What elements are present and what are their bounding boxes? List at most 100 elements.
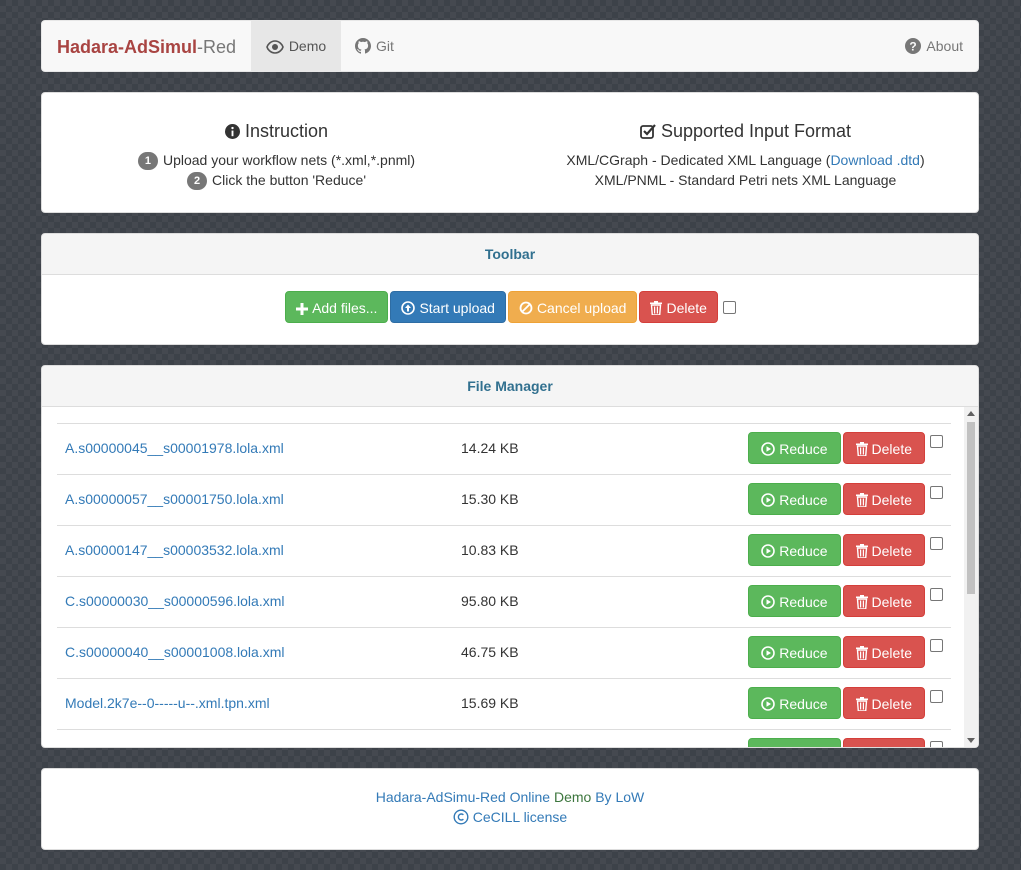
format-1-text: XML/CGraph - Dedicated XML Language (: [566, 152, 831, 168]
cancel-upload-button[interactable]: Cancel upload: [507, 291, 638, 323]
file-list: A.s00000045__s00001978.lola.xml 14.24 KB R…: [42, 407, 964, 747]
file-list-scrollbar[interactable]: [964, 407, 978, 747]
reduce-button[interactable]: Reduce: [748, 483, 841, 515]
file-row: C.s00000030__s00000596.lola.xml 95.80 KB R…: [57, 576, 951, 627]
plus-icon: [296, 303, 309, 315]
delete-file-button[interactable]: Delete: [842, 636, 925, 668]
footer-author-link[interactable]: By LoW: [595, 789, 644, 805]
reduce-button[interactable]: Reduce: [748, 636, 841, 668]
formats-heading: Supported Input Format: [511, 121, 980, 142]
license-link[interactable]: CeCILL license: [473, 809, 567, 825]
scroll-up-arrow-icon[interactable]: [967, 411, 975, 416]
play-circle-icon: [761, 442, 776, 456]
start-upload-button[interactable]: Start upload: [390, 291, 506, 323]
file-checkbox[interactable]: [930, 434, 943, 448]
file-size: 15.69 KB: [461, 695, 519, 711]
delete-all-button[interactable]: Delete: [639, 291, 718, 323]
reduce-button[interactable]: Reduce: [748, 738, 841, 747]
instruction-step-1: 1 Upload your workflow nets (*.xml,*.pnml…: [42, 150, 511, 170]
footer-app-link[interactable]: Hadara-AdSimu-Red Online: [376, 789, 550, 805]
step-2-text: Click the button 'Reduce': [212, 172, 366, 188]
play-circle-icon: [761, 697, 776, 711]
download-dtd-link[interactable]: Download .dtd: [830, 152, 920, 168]
reduce-button[interactable]: Reduce: [748, 687, 841, 719]
copyright-icon: [453, 809, 469, 825]
file-name-link[interactable]: C.s00000030__s00000596.lola.xml: [65, 593, 285, 609]
instruction-step-2: 2 Click the button 'Reduce': [42, 170, 511, 190]
brand-logo[interactable]: Hadara-AdSimul-Red: [57, 37, 236, 58]
navbar: Hadara-AdSimul-Red Demo Git ? About: [41, 20, 979, 72]
footer-license: CeCILL license: [42, 807, 978, 827]
nav-git[interactable]: Git: [355, 21, 394, 71]
trash-icon: [855, 646, 868, 661]
delete-file-button[interactable]: Delete: [842, 432, 925, 464]
delete-file-button[interactable]: Delete: [842, 483, 925, 515]
github-icon: [355, 38, 371, 54]
nav-about[interactable]: ? About: [905, 21, 963, 71]
delete-label: Delete: [871, 696, 912, 712]
file-row: ReduceDelete: [57, 729, 951, 747]
file-name-link[interactable]: A.s00000045__s00001978.lola.xml: [65, 440, 284, 456]
file-manager-panel: File Manager A.s00000045__s00001978.lola…: [41, 365, 979, 748]
add-files-button[interactable]: Add files...: [285, 291, 389, 323]
check-square-icon: [640, 124, 656, 139]
nav-about-label: About: [926, 38, 963, 54]
file-actions: Reduce Delete: [747, 687, 943, 719]
delete-label: Delete: [871, 492, 912, 508]
file-name-link[interactable]: C.s00000040__s00001008.lola.xml: [65, 644, 285, 660]
scroll-down-arrow-icon[interactable]: [967, 738, 975, 743]
file-checkbox[interactable]: [930, 740, 943, 747]
reduce-label: Reduce: [779, 696, 828, 712]
file-size: 95.80 KB: [461, 593, 519, 609]
nav-demo[interactable]: Demo: [251, 21, 341, 71]
cancel-upload-label: Cancel upload: [536, 300, 627, 316]
reduce-button[interactable]: Reduce: [748, 432, 841, 464]
trash-icon: [855, 544, 868, 559]
scrollbar-thumb[interactable]: [967, 422, 975, 594]
reduce-button[interactable]: Reduce: [748, 585, 841, 617]
footer-credit: Hadara-AdSimu-Red Online Demo By LoW: [42, 787, 978, 807]
file-actions: Reduce Delete: [747, 585, 943, 617]
info-panel: Instruction 1 Upload your workflow nets (…: [41, 92, 979, 213]
delete-file-button[interactable]: Delete: [842, 687, 925, 719]
select-all-checkbox[interactable]: [722, 300, 736, 314]
file-checkbox[interactable]: [930, 689, 943, 703]
svg-text:?: ?: [910, 40, 917, 54]
file-name-link[interactable]: A.s00000057__s00001750.lola.xml: [65, 491, 284, 507]
file-actions: Reduce Delete: [747, 534, 943, 566]
format-xml-cgraph: XML/CGraph - Dedicated XML Language (Dow…: [511, 150, 980, 170]
delete-file-button[interactable]: Delete: [842, 534, 925, 566]
eye-icon: [265, 40, 284, 54]
step-1-badge: 1: [137, 152, 158, 170]
play-circle-icon: [761, 595, 776, 609]
reduce-button[interactable]: Reduce: [748, 534, 841, 566]
file-manager-heading: File Manager: [42, 366, 978, 407]
file-row: A.s00000147__s00003532.lola.xml 10.83 KB R…: [57, 525, 951, 576]
file-size: 46.75 KB: [461, 644, 519, 660]
delete-file-button[interactable]: Delete: [842, 738, 925, 747]
start-upload-label: Start upload: [419, 300, 495, 316]
file-row: C.s00000040__s00001008.lola.xml 46.75 KB R…: [57, 627, 951, 678]
file-name-link[interactable]: A.s00000147__s00003532.lola.xml: [65, 542, 284, 558]
instruction-title: Instruction: [244, 121, 329, 141]
file-name-link[interactable]: Model.2k7e--0-----u--.xml.tpn.xml: [65, 695, 270, 711]
file-checkbox[interactable]: [930, 638, 943, 652]
file-checkbox[interactable]: [930, 536, 943, 550]
formats-title: Supported Input Format: [660, 121, 852, 141]
step-1-text: Upload your workflow nets (*.xml,*.pnml): [162, 152, 416, 168]
file-actions: ReduceDelete: [747, 738, 943, 747]
question-circle-icon: ?: [905, 38, 922, 54]
delete-file-button[interactable]: Delete: [842, 585, 925, 617]
file-actions: ReduceDelete: [747, 432, 943, 464]
instruction-heading: Instruction: [42, 121, 511, 142]
file-checkbox[interactable]: [930, 485, 943, 499]
file-checkbox[interactable]: [930, 587, 943, 601]
file-row: A.s00000057__s00001750.lola.xml 15.30 KB R…: [57, 474, 951, 525]
file-actions: Reduce Delete: [747, 483, 943, 515]
delete-label: Delete: [871, 543, 912, 559]
play-circle-icon: [761, 493, 776, 507]
brand-name: Hadara-AdSimul: [57, 37, 198, 57]
file-actions: ReduceDelete: [747, 636, 943, 668]
trash-icon: [855, 493, 868, 508]
reduce-label: Reduce: [779, 594, 828, 610]
